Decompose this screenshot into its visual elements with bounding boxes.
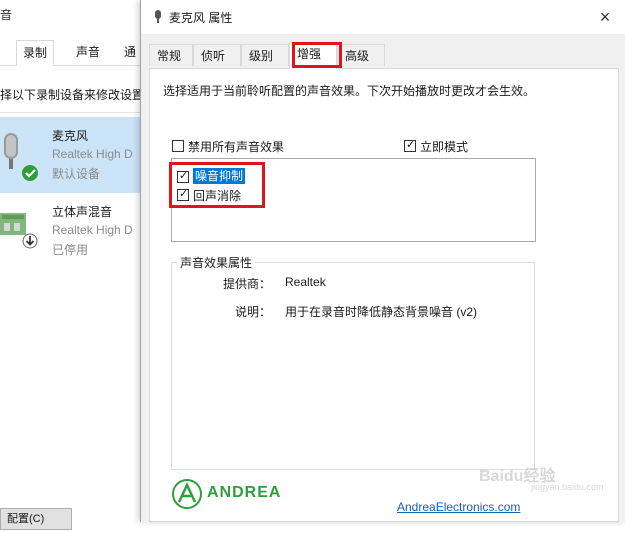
effect-properties-title: 声音效果属性	[177, 254, 256, 271]
andrea-logo-text: ANDREA	[207, 484, 282, 501]
microphone-icon	[4, 133, 38, 181]
disable-all-effects-label[interactable]: 禁用所有声音效果	[188, 138, 284, 155]
sound-window-tabs: 录制 声音 通	[0, 40, 140, 66]
dialog-title: 麦克风 属性	[169, 11, 233, 25]
checkmark-icon: ✓	[406, 139, 416, 151]
tab-communications[interactable]: 通	[118, 40, 142, 64]
watermark-subtext: jingyan.baidu.com	[531, 482, 604, 492]
device-driver: Realtek High D	[52, 223, 133, 237]
effect-properties-group	[171, 262, 535, 470]
sound-window-title: 音	[0, 8, 13, 22]
description-label: 说明：	[235, 305, 272, 319]
tab-advanced[interactable]: 高级	[337, 44, 385, 66]
device-status: 已停用	[52, 243, 89, 257]
configure-button[interactable]: 配置(C)	[0, 508, 72, 530]
highlight-box	[169, 162, 265, 208]
device-name: 麦克风	[52, 129, 89, 143]
highlight-box	[292, 42, 342, 68]
close-button[interactable]: ×	[592, 4, 618, 30]
tab-sounds[interactable]: 声音	[70, 40, 106, 64]
tab-levels[interactable]: 级别	[241, 44, 289, 66]
tab-bar: 常规 侦听 级别 增强 高级	[149, 42, 619, 69]
provider-value: Realtek	[285, 275, 326, 289]
enhancements-description: 选择适用于当前聆听配置的声音效果。下次开始播放时更改才会生效。	[163, 84, 536, 98]
immediate-mode-label[interactable]: 立即模式	[420, 138, 468, 155]
andrea-logo: ANDREA	[171, 478, 321, 510]
baidu-watermark: Baidu经验 jingyan.baidu.com	[479, 462, 619, 496]
default-check-icon	[22, 165, 38, 181]
device-status: 默认设备	[52, 167, 101, 181]
andrea-logo-icon	[172, 479, 202, 509]
andrea-website-link[interactable]: AndreaElectronics.com	[397, 500, 520, 514]
device-driver: Realtek High D	[52, 147, 133, 161]
device-list: 麦克风 Realtek High D 默认设备 立体声混音 Realtek Hi…	[0, 112, 140, 533]
microphone-icon	[155, 10, 161, 23]
microphone-properties-dialog: 麦克风 属性 × 常规 侦听 级别 增强 高级 选择适用于当前聆听配置的声音效果…	[140, 0, 625, 522]
tab-listen[interactable]: 侦听	[193, 44, 241, 66]
provider-label: 提供商：	[223, 277, 272, 291]
tab-general[interactable]: 常规	[149, 44, 193, 66]
sound-window: 音 录制 声音 通 择以下录制设备来修改设置 麦克风 Realtek High …	[0, 0, 144, 533]
description-value: 用于在录音时降低静态背景噪音 (v2)	[285, 305, 478, 319]
title-bar: 麦克风 属性 ×	[141, 0, 625, 34]
device-name: 立体声混音	[52, 205, 113, 219]
immediate-mode-checkbox[interactable]: ✓	[404, 139, 416, 152]
device-item-microphone[interactable]: 麦克风 Realtek High D 默认设备	[0, 117, 140, 193]
sound-card-icon	[0, 213, 38, 249]
recording-instruction: 择以下录制设备来修改设置	[0, 88, 145, 102]
device-item-stereo-mix[interactable]: 立体声混音 Realtek High D 已停用	[0, 193, 140, 269]
tab-recording[interactable]: 录制	[16, 40, 55, 66]
disable-all-effects-checkbox[interactable]	[172, 140, 184, 152]
